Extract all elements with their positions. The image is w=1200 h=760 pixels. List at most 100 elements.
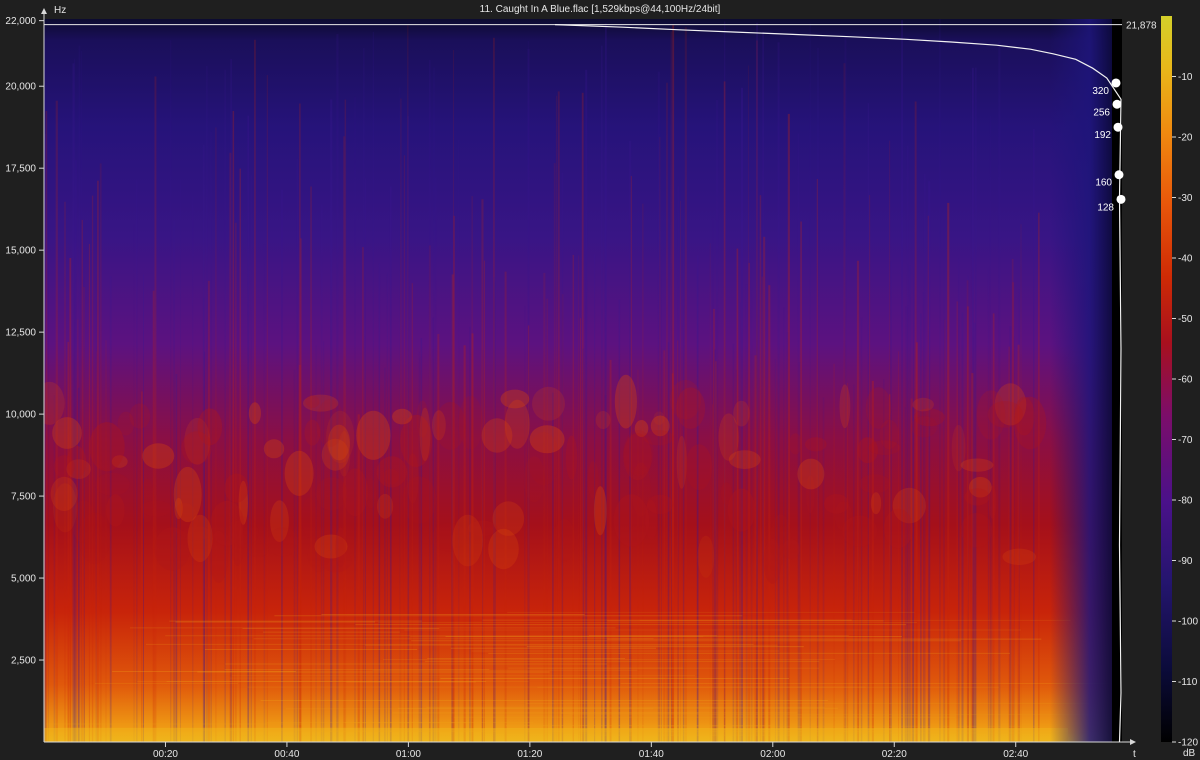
energy-blob xyxy=(782,539,800,560)
harmonic-line xyxy=(507,611,915,613)
streak xyxy=(232,111,235,742)
streak xyxy=(992,313,995,742)
energy-blob xyxy=(653,411,665,426)
streak xyxy=(697,255,699,742)
energy-blob xyxy=(106,494,125,527)
harmonic-line xyxy=(526,646,804,648)
energy-blob xyxy=(595,411,611,429)
energy-blob xyxy=(645,499,658,540)
energy-blob xyxy=(315,477,348,511)
bitrate-marker-dot xyxy=(1111,78,1121,88)
energy-blob xyxy=(247,541,269,558)
streak xyxy=(53,395,56,742)
energy-blob xyxy=(976,390,1006,440)
energy-blob xyxy=(95,472,130,496)
energy-blob xyxy=(824,494,849,514)
x-tick-label: 00:40 xyxy=(274,749,299,760)
colorbar-tick-label: -40 xyxy=(1178,254,1193,265)
streak xyxy=(1011,258,1014,742)
energy-blob xyxy=(912,397,934,412)
streak xyxy=(856,260,860,742)
streak xyxy=(524,305,526,742)
colorbar-tick-label: -100 xyxy=(1178,617,1198,628)
energy-blob xyxy=(89,422,125,472)
harmonic-line xyxy=(607,620,884,622)
energy-blob xyxy=(302,497,317,538)
streak xyxy=(582,348,585,742)
x-axis-arrow xyxy=(1130,739,1136,745)
energy-blob xyxy=(481,418,513,453)
energy-blob xyxy=(858,474,891,494)
energy-blob xyxy=(532,386,565,421)
streak xyxy=(971,373,974,742)
streak xyxy=(78,45,81,742)
energy-blob xyxy=(964,488,990,506)
energy-blob xyxy=(142,443,175,469)
streak xyxy=(666,82,668,742)
x-tick-label: 01:40 xyxy=(639,749,664,760)
harmonic-line xyxy=(505,725,775,727)
streak xyxy=(817,47,820,742)
energy-blob xyxy=(140,478,155,523)
harmonic-line xyxy=(231,675,696,677)
y-tick-label: 7,500 xyxy=(11,492,36,503)
harmonic-line xyxy=(242,628,440,629)
streak xyxy=(239,168,241,742)
streak xyxy=(173,221,175,742)
y-tick-label: 12,500 xyxy=(5,328,36,339)
energy-blob xyxy=(870,492,882,515)
harmonic-line xyxy=(488,652,1010,654)
energy-blob xyxy=(960,512,993,548)
energy-blob xyxy=(565,435,578,480)
harmonic-line xyxy=(225,663,608,665)
y-axis-arrow xyxy=(41,8,47,14)
harmonic-line xyxy=(169,620,422,622)
energy-blob xyxy=(500,389,530,409)
streak xyxy=(354,96,356,742)
bitrate-marker-label: 320 xyxy=(1092,86,1109,97)
streak xyxy=(939,19,941,742)
streak xyxy=(777,42,780,742)
colorbar-tick-label: -120 xyxy=(1178,738,1198,749)
energy-blob xyxy=(553,519,576,563)
energy-blob xyxy=(337,431,351,477)
harmonic-line xyxy=(166,681,487,682)
x-axis-title: t xyxy=(1133,749,1136,760)
harmonic-line xyxy=(253,638,654,640)
streak xyxy=(958,258,960,742)
energy-blob xyxy=(883,508,914,549)
streak xyxy=(363,48,365,742)
energy-blob xyxy=(52,417,82,449)
y-tick-label: 10,000 xyxy=(5,410,36,421)
energy-blob xyxy=(613,494,650,547)
energy-blob xyxy=(419,407,431,461)
streak xyxy=(141,391,143,742)
energy-blob xyxy=(248,402,261,425)
x-ticks: 00:20 00:40 01:00 01:20 01:40 02:00 02:20 02:40 xyxy=(153,742,1029,760)
streak xyxy=(578,255,580,742)
harmonic-line xyxy=(471,650,780,652)
spectrogram-area[interactable] xyxy=(34,19,1187,742)
harmonic-line xyxy=(607,638,1042,640)
x-tick-label: 02:00 xyxy=(760,749,785,760)
energy-blob xyxy=(685,444,713,491)
energy-blob xyxy=(643,430,674,446)
energy-blob xyxy=(263,439,285,459)
streak xyxy=(956,301,959,742)
harmonic-line xyxy=(427,658,625,659)
x-tick-label: 01:20 xyxy=(517,749,542,760)
streak xyxy=(768,285,771,742)
harmonic-line xyxy=(537,686,999,688)
streak xyxy=(263,244,266,742)
energy-blob xyxy=(181,431,212,465)
colorbar-label: dB xyxy=(1183,748,1196,759)
harmonic-line xyxy=(372,669,638,671)
streak xyxy=(809,23,811,742)
energy-blob xyxy=(392,408,413,425)
streak xyxy=(250,175,252,742)
energy-blob xyxy=(865,387,892,429)
streak xyxy=(904,407,906,742)
energy-blob xyxy=(839,384,851,429)
energy-blob xyxy=(1014,396,1035,436)
harmonic-line xyxy=(378,622,917,623)
